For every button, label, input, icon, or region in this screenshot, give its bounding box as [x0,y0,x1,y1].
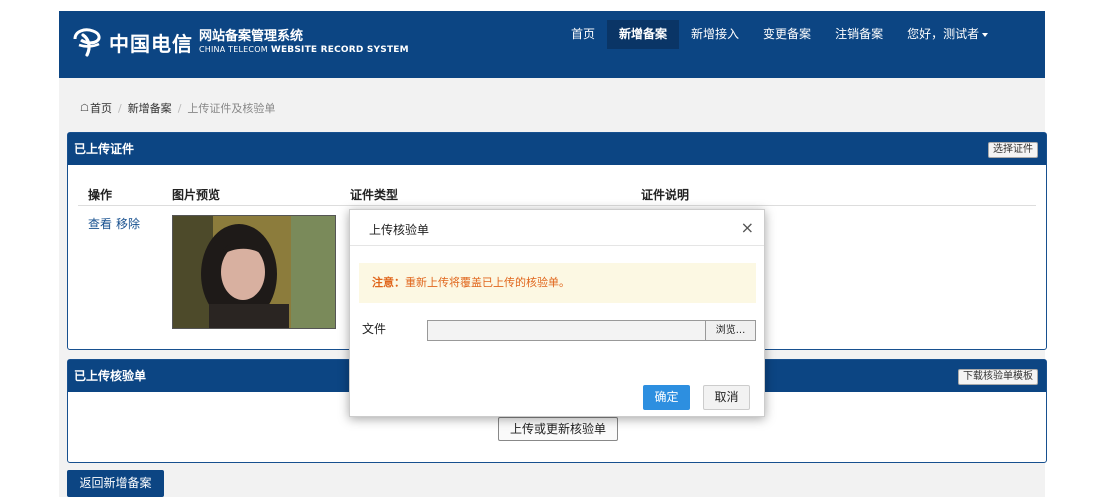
browse-button[interactable]: 浏览... [705,320,756,341]
warning-alert: 注意：重新上传将覆盖已上传的核验单。 [359,263,756,303]
cancel-button[interactable]: 取消 [703,385,750,410]
modal-header: 上传核验单 × [350,210,764,246]
close-icon[interactable]: × [741,218,754,237]
warning-text: 重新上传将覆盖已上传的核验单。 [405,276,570,289]
warning-label: 注意： [372,276,405,289]
modal-title: 上传核验单 [369,223,430,237]
upload-checklist-modal: 上传核验单 × 注意：重新上传将覆盖已上传的核验单。 文件 浏览... 确定 取… [349,209,765,417]
confirm-button[interactable]: 确定 [643,385,690,410]
file-field-label: 文件 [362,322,387,336]
file-path-input[interactable] [427,320,705,341]
